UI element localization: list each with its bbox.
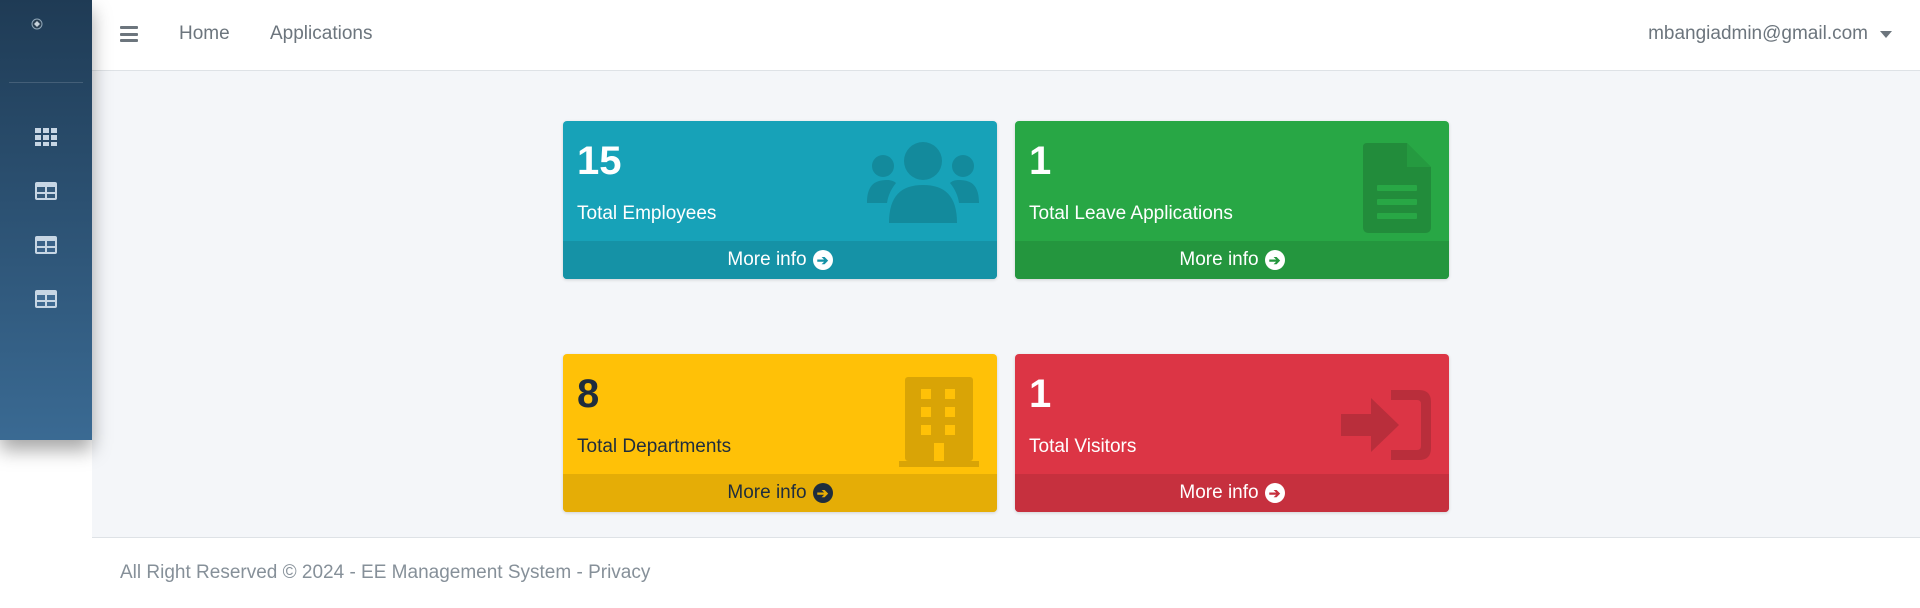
sidebar-brand[interactable] — [9, 0, 83, 83]
sign-in-icon — [1341, 390, 1431, 460]
users-icon — [867, 142, 979, 223]
sidebar — [0, 0, 92, 440]
nav-applications-link[interactable]: Applications — [270, 23, 372, 45]
card-total-visitors: 1 Total Visitors More info ➔ — [1015, 354, 1449, 512]
building-icon — [899, 377, 979, 467]
card-value: 8 — [577, 372, 600, 416]
more-info-label: More info — [1179, 249, 1259, 270]
more-info-label: More info — [1179, 482, 1259, 503]
nav-home-link[interactable]: Home — [179, 23, 230, 45]
arrow-circle-right-icon: ➔ — [812, 483, 833, 503]
logo-icon — [31, 18, 43, 30]
card-value: 1 — [1029, 372, 1052, 416]
card-total-employees: 15 Total Employees More info ➔ — [563, 121, 997, 279]
more-info-link[interactable]: More info ➔ — [563, 474, 997, 512]
card-total-leave-applications: 1 Total Leave Applications More info ➔ — [1015, 121, 1449, 279]
more-info-label: More info — [727, 249, 807, 270]
arrow-circle-right-icon: ➔ — [1264, 250, 1285, 270]
footer-text: All Right Reserved © 2024 - EE Managemen… — [120, 562, 651, 583]
arrow-circle-right-icon: ➔ — [1264, 483, 1285, 503]
page-footer: All Right Reserved © 2024 - EE Managemen… — [92, 537, 1920, 608]
more-info-label: More info — [727, 482, 807, 503]
card-label: Total Visitors — [1029, 436, 1137, 457]
hamburger-menu-icon[interactable] — [120, 26, 138, 42]
user-email: mbangiadmin@gmail.com — [1648, 23, 1868, 44]
more-info-link[interactable]: More info ➔ — [563, 241, 997, 279]
card-total-departments: 8 Total Departments More info ➔ — [563, 354, 997, 512]
file-icon — [1363, 143, 1431, 233]
more-info-link[interactable]: More info ➔ — [1015, 474, 1449, 512]
sidebar-item-table-1[interactable] — [34, 181, 58, 201]
more-info-link[interactable]: More info ➔ — [1015, 241, 1449, 279]
card-label: Total Employees — [577, 203, 717, 224]
sidebar-item-table-3[interactable] — [34, 289, 58, 309]
card-value: 15 — [577, 139, 622, 183]
card-label: Total Leave Applications — [1029, 203, 1233, 224]
card-value: 1 — [1029, 139, 1052, 183]
sidebar-item-dashboard[interactable] — [34, 127, 58, 147]
caret-down-icon — [1880, 30, 1892, 38]
top-navbar: Home Applications mbangiadmin@gmail.com — [92, 0, 1920, 71]
main-content: 15 Total Employees More info ➔ 1 Total L… — [92, 71, 1920, 537]
sidebar-item-table-2[interactable] — [34, 235, 58, 255]
arrow-circle-right-icon: ➔ — [812, 250, 833, 270]
card-label: Total Departments — [577, 436, 732, 457]
user-menu[interactable]: mbangiadmin@gmail.com — [1648, 23, 1892, 45]
